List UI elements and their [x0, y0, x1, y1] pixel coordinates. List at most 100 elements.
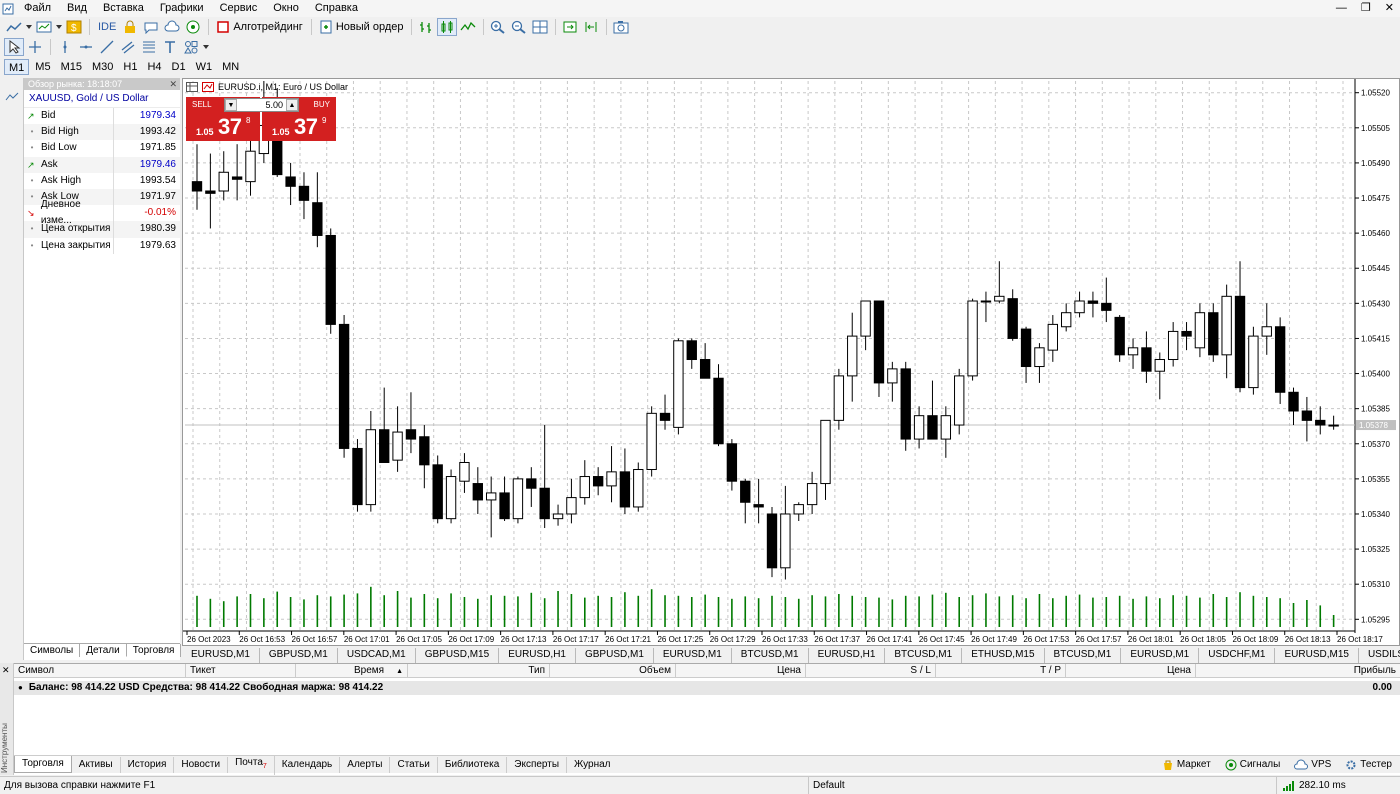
col-current-price[interactable]: Цена: [1066, 664, 1196, 677]
chart-shift-icon[interactable]: [581, 18, 601, 36]
tab-history[interactable]: История: [121, 756, 175, 773]
tab-mail[interactable]: Почта7: [228, 754, 275, 775]
cloud-icon[interactable]: [162, 18, 182, 36]
close-icon[interactable]: ✕: [2, 665, 10, 676]
close-icon[interactable]: ✕: [1385, 0, 1394, 17]
vertical-line-icon[interactable]: [55, 38, 75, 56]
tester-link[interactable]: Тестер: [1345, 756, 1392, 774]
market-link[interactable]: Маркет: [1162, 756, 1211, 774]
status-connection[interactable]: 282.10 ms: [1276, 777, 1346, 794]
tab-news[interactable]: Новости: [174, 756, 229, 773]
market-watch-row[interactable]: • Ask High 1993.54: [24, 172, 180, 189]
channel-icon[interactable]: [118, 38, 138, 56]
chart-tab[interactable]: BTCUSD,M1: [1045, 648, 1122, 663]
market-watch-row[interactable]: • Bid Low 1971.85: [24, 140, 180, 157]
restore-icon[interactable]: ❐: [1361, 0, 1371, 17]
tab-assets[interactable]: Активы: [72, 756, 121, 773]
chart-tab[interactable]: USDCAD,M1: [338, 648, 416, 663]
vps-link[interactable]: VPS: [1294, 756, 1331, 774]
timeframe-m15[interactable]: M15: [57, 59, 86, 75]
cursor-icon[interactable]: [4, 38, 24, 56]
menu-file[interactable]: Файл: [16, 0, 59, 17]
shapes-icon[interactable]: [181, 38, 201, 56]
tab-trading[interactable]: Торговля: [127, 644, 182, 657]
chart-tab[interactable]: GBPUSD,M1: [260, 648, 338, 663]
candlestick-icon[interactable]: [437, 18, 458, 36]
chart-line-icon[interactable]: [5, 92, 23, 105]
menu-tools[interactable]: Сервис: [212, 0, 266, 17]
tab-symbols[interactable]: Символы: [24, 644, 81, 657]
chart-tab[interactable]: EURUSD,M1: [182, 648, 260, 663]
tab-details[interactable]: Детали: [80, 644, 127, 657]
bar-chart-icon[interactable]: [416, 18, 436, 36]
chart-tab[interactable]: EURUSD,M1: [1121, 648, 1200, 663]
chart-tab[interactable]: BTCUSD,M1: [732, 648, 809, 663]
balance-row[interactable]: ● Баланс: 98 414.22 USD Средства: 98 414.…: [14, 681, 1400, 695]
col-tp[interactable]: T / P: [936, 664, 1066, 677]
col-profit[interactable]: Прибыль: [1196, 664, 1400, 677]
horizontal-line-icon[interactable]: [76, 38, 96, 56]
market-watch-symbol[interactable]: XAUUSD, Gold / US Dollar: [24, 90, 180, 108]
menu-insert[interactable]: Вставка: [95, 0, 152, 17]
line-chart-icon[interactable]: [458, 18, 478, 36]
timeframe-mn[interactable]: MN: [218, 59, 243, 75]
col-time[interactable]: Время ▲: [296, 664, 408, 677]
chart-tab[interactable]: EURUSD,H1: [809, 648, 886, 663]
new-order-button[interactable]: Новый ордер: [316, 18, 408, 36]
menu-view[interactable]: Вид: [59, 0, 95, 17]
col-ticket[interactable]: Тикет: [186, 664, 296, 677]
timeframe-h4[interactable]: H4: [143, 59, 165, 75]
tab-alerts[interactable]: Алерты: [340, 756, 391, 773]
chevron-down-icon[interactable]: [55, 18, 63, 36]
candlestick-chart[interactable]: 1.05520 1.05505 1.05490 1.05475 1.05460 1.054…: [183, 79, 1399, 645]
chart-tab[interactable]: EURUSD,M15: [1275, 648, 1359, 663]
timeframe-m5[interactable]: M5: [31, 59, 54, 75]
tab-journal[interactable]: Журнал: [567, 757, 618, 773]
auto-scroll-icon[interactable]: [560, 18, 580, 36]
chart-tab[interactable]: EURUSD,H1: [499, 648, 576, 663]
signals-icon[interactable]: [183, 18, 203, 36]
screenshot-icon[interactable]: [611, 18, 631, 36]
tile-windows-icon[interactable]: [530, 18, 550, 36]
chart-tab[interactable]: GBPUSD,M15: [416, 648, 500, 663]
menu-charts[interactable]: Графики: [152, 0, 212, 17]
menu-help[interactable]: Справка: [307, 0, 366, 17]
col-sl[interactable]: S / L: [806, 664, 936, 677]
timeframe-m1[interactable]: M1: [4, 59, 30, 75]
trendline-icon[interactable]: [97, 38, 117, 56]
close-icon[interactable]: ✕: [169, 78, 177, 90]
fibonacci-icon[interactable]: [139, 38, 159, 56]
col-type[interactable]: Тип: [408, 664, 550, 677]
tab-articles[interactable]: Статьи: [390, 756, 438, 773]
signals-link[interactable]: Сигналы: [1225, 756, 1280, 774]
market-watch-row[interactable]: • Цена закрытия 1979.63: [24, 237, 180, 254]
market-watch-row[interactable]: ↗ Ask 1979.46: [24, 156, 180, 173]
col-price[interactable]: Цена: [676, 664, 806, 677]
market-watch-row[interactable]: • Bid High 1993.42: [24, 124, 180, 141]
chevron-down-icon[interactable]: [25, 18, 33, 36]
zoom-out-icon[interactable]: [509, 18, 529, 36]
menu-window[interactable]: Окно: [265, 0, 307, 17]
col-symbol[interactable]: Символ: [14, 664, 186, 677]
new-chart-icon[interactable]: [4, 18, 24, 36]
market-watch-row[interactable]: ↘ Дневное изме... -0.01%: [24, 199, 180, 226]
timeframe-h1[interactable]: H1: [119, 59, 141, 75]
lot-size-field[interactable]: ▼ 5.00 ▲: [224, 98, 299, 112]
chart-tab[interactable]: GBPUSD,M1: [576, 648, 654, 663]
dollar-icon[interactable]: $: [64, 18, 84, 36]
chart-window[interactable]: 1.05520 1.05505 1.05490 1.05475 1.05460 1.054…: [182, 78, 1400, 646]
minimize-icon[interactable]: —: [1336, 0, 1347, 17]
tab-calendar[interactable]: Календарь: [275, 756, 341, 773]
app-icon[interactable]: [0, 2, 16, 16]
chart-tab[interactable]: ETHUSD,M15: [962, 648, 1045, 663]
market-watch-row[interactable]: • Цена открытия 1980.39: [24, 221, 180, 238]
chart-tab[interactable]: USDILS,M1: [1359, 648, 1400, 663]
market-watch-row[interactable]: ↗ Bid 1979.34: [24, 108, 180, 125]
timeframe-d1[interactable]: D1: [168, 59, 190, 75]
chart-tab[interactable]: USDCHF,M1: [1199, 648, 1276, 663]
text-tool-icon[interactable]: [160, 38, 180, 56]
tab-library[interactable]: Библиотека: [438, 756, 508, 773]
algo-trading-button[interactable]: Алготрейдинг: [213, 18, 306, 36]
lot-increase-icon[interactable]: ▲: [286, 99, 298, 111]
chevron-down-icon[interactable]: [202, 38, 210, 56]
